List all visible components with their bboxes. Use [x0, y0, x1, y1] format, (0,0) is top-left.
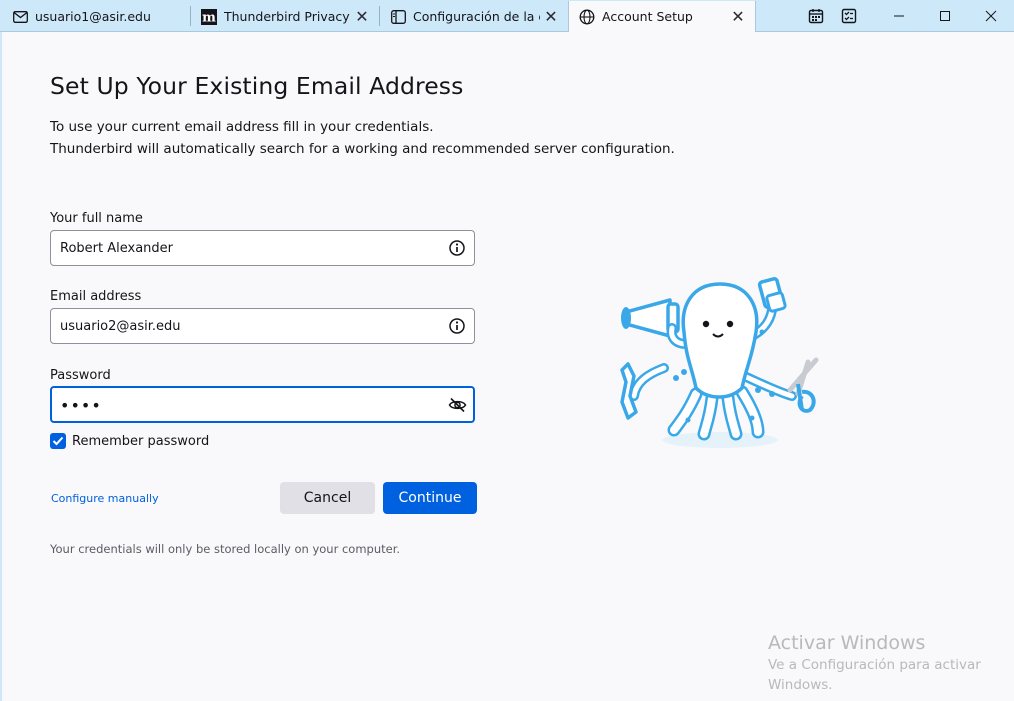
cancel-button[interactable]: Cancel: [280, 482, 375, 514]
email-value: usuario2@asir.edu: [60, 319, 181, 334]
password-field[interactable]: ••••: [50, 386, 475, 423]
activate-windows-line: Windows.: [768, 677, 833, 693]
window-edge: [0, 32, 2, 701]
tasks-icon[interactable]: [826, 0, 872, 32]
title-bar: usuario1@asir.edu m Thunderbird Privacy …: [0, 0, 1014, 32]
continue-button[interactable]: Continue: [383, 482, 477, 514]
maximize-icon[interactable]: [922, 0, 968, 32]
email-field[interactable]: usuario2@asir.edu: [50, 308, 475, 344]
tab-label: Thunderbird Privacy Notice: [224, 9, 351, 24]
tab-privacy-notice[interactable]: m Thunderbird Privacy Notice ✕: [191, 1, 379, 32]
configure-manually-link[interactable]: Configure manually: [51, 492, 159, 505]
close-icon[interactable]: [968, 0, 1014, 32]
remember-password-label[interactable]: Remember password: [72, 434, 209, 449]
globe-icon: [579, 9, 595, 25]
account-settings-icon: [390, 9, 406, 25]
description-line: Thunderbird will automatically search fo…: [50, 141, 675, 157]
password-label: Password: [50, 368, 111, 383]
email-label: Email address: [50, 289, 142, 304]
tab-account-setup[interactable]: Account Setup ✕: [568, 1, 756, 32]
page-title: Set Up Your Existing Email Address: [50, 72, 464, 100]
info-icon[interactable]: [448, 239, 466, 257]
full-name-label: Your full name: [50, 211, 143, 226]
minimize-icon[interactable]: [876, 0, 922, 32]
mail-icon: [12, 9, 28, 25]
close-icon[interactable]: ✕: [351, 6, 373, 28]
tab-inbox[interactable]: usuario1@asir.edu: [2, 1, 190, 32]
info-icon[interactable]: [448, 317, 466, 335]
checkmark-icon: [52, 436, 64, 446]
tab-label: Configuración de la cuenta: [413, 9, 540, 24]
svg-text:m: m: [202, 10, 216, 25]
octopus-mascot-icon: [620, 277, 819, 448]
eye-hidden-icon[interactable]: [448, 396, 467, 414]
close-icon[interactable]: ✕: [540, 6, 562, 28]
tab-label: Account Setup: [602, 9, 693, 24]
activate-windows-line: Ve a Configuración para activar: [768, 657, 981, 673]
mozilla-m-icon: m: [201, 8, 217, 25]
full-name-value: Robert Alexander: [60, 241, 173, 256]
description-line: To use your current email address fill i…: [50, 119, 434, 135]
privacy-note: Your credentials will only be stored loc…: [50, 542, 401, 556]
close-icon[interactable]: ✕: [727, 6, 749, 28]
full-name-field[interactable]: Robert Alexander: [50, 230, 475, 266]
activate-windows-title: Activar Windows: [768, 632, 926, 654]
remember-password-checkbox[interactable]: [50, 433, 66, 449]
password-value: ••••: [60, 396, 102, 415]
tab-label: usuario1@asir.edu: [35, 9, 151, 24]
tab-account-settings[interactable]: Configuración de la cuenta ✕: [380, 1, 568, 32]
